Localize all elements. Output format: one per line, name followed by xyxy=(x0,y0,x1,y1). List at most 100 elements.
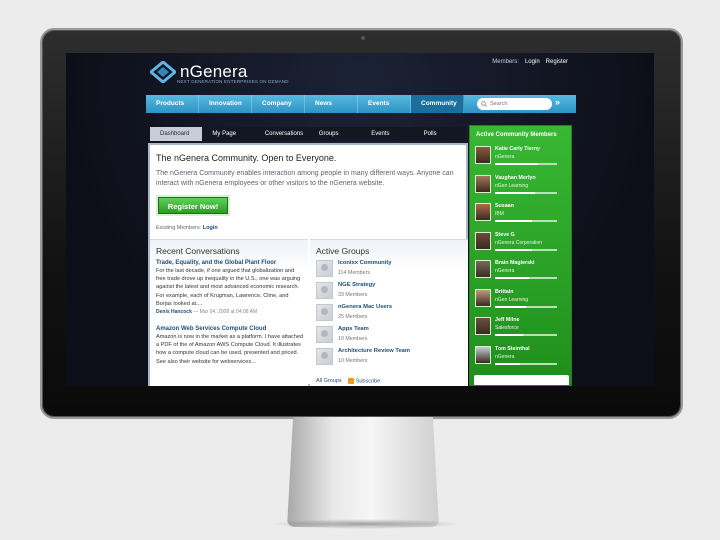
member-item[interactable]: Tom Steinthal nGenera xyxy=(475,345,570,365)
group-name[interactable]: Iconixx Community xyxy=(338,260,391,266)
group-thumbnail xyxy=(316,348,333,365)
member-activity-fill xyxy=(495,277,530,279)
member-name[interactable]: Brittain xyxy=(495,289,557,295)
avatar[interactable] xyxy=(475,260,491,278)
member-activity-fill xyxy=(495,163,539,165)
group-name[interactable]: NGE Strategy xyxy=(338,282,375,288)
avatar[interactable] xyxy=(475,203,491,221)
avatar[interactable] xyxy=(475,146,491,164)
main-nav: Products Innovation Company News Events … xyxy=(146,95,576,113)
tab-dashboard[interactable]: Dashboard xyxy=(150,127,203,141)
subscribe-label: Subscribe xyxy=(355,378,381,385)
group-item[interactable]: Architecture Review Team 10 Members xyxy=(316,348,410,365)
register-now-button[interactable]: Register Now! xyxy=(158,197,228,214)
member-organization: nGenera xyxy=(495,353,515,360)
group-members: 10 Members xyxy=(338,358,368,364)
member-item[interactable]: Katie Carly Tierny nGenera xyxy=(475,146,570,165)
nav-community[interactable]: Community xyxy=(411,95,464,113)
member-activity-bar xyxy=(495,163,557,165)
conversation-title[interactable]: Trade, Equality, and the Global Plant Fl… xyxy=(156,260,304,266)
group-thumbnail xyxy=(316,326,333,343)
hero-title: The nGenera Community. Open to Everyone. xyxy=(156,153,337,163)
conversation-item: Amazon Web Services Compute Cloud Amazon… xyxy=(156,326,304,366)
browser-screen: nGenera NEXT GENERATION ENTERPRISES ON D… xyxy=(66,53,654,386)
member-organization: nGen Learning xyxy=(495,296,529,303)
conversation-meta: Denis Hancock — Mar 04, 2008 at 04:08 AM xyxy=(156,309,304,315)
recent-conversations-panel: Recent Conversations Trade, Equality, an… xyxy=(150,239,308,386)
group-item[interactable]: nGenera Mac Users 25 Members xyxy=(316,304,392,321)
tab-my-page[interactable]: My Page xyxy=(202,127,254,141)
member-activity-fill xyxy=(495,305,526,308)
member-item[interactable]: Brain Magierski nGenera xyxy=(475,260,570,279)
avatar[interactable] xyxy=(475,231,491,250)
member-name[interactable]: Steve G xyxy=(495,232,557,238)
member-name[interactable]: Vaughan Merlyn xyxy=(495,175,557,181)
search-input[interactable] xyxy=(490,101,550,107)
rss-icon xyxy=(347,378,354,384)
tab-groups[interactable]: Groups xyxy=(309,127,361,141)
member-activity-fill xyxy=(495,334,523,336)
conversation-body: Amazon is now in the market as a platfor… xyxy=(156,334,304,365)
register-link[interactable]: Register xyxy=(546,59,568,65)
group-item[interactable]: NGE Strategy 33 Members xyxy=(316,282,375,299)
member-name[interactable]: Tom Steinthal xyxy=(495,346,557,352)
tab-polls[interactable]: Polls xyxy=(414,127,466,141)
group-item[interactable]: Apps Team 10 Members xyxy=(316,326,369,343)
member-activity-bar xyxy=(495,334,557,336)
member-item[interactable]: Susaan IBM xyxy=(475,203,570,222)
nav-news[interactable]: News xyxy=(305,95,358,113)
avatar[interactable] xyxy=(475,345,491,364)
group-name[interactable]: nGenera Mac Users xyxy=(338,304,392,310)
top-links: Members: Login Register xyxy=(492,59,568,65)
group-thumbnail xyxy=(316,282,333,299)
subscribe-link[interactable]: Subscribe xyxy=(347,378,381,385)
member-item[interactable]: Vaughan Merlyn nGen Learning xyxy=(475,174,570,194)
member-activity-bar xyxy=(495,191,557,194)
avatar[interactable] xyxy=(475,174,491,193)
member-item[interactable]: Brittain nGen Learning xyxy=(475,288,570,308)
group-thumbnail xyxy=(316,304,333,321)
existing-login-link[interactable]: Login xyxy=(203,225,218,231)
nav-innovation[interactable]: Innovation xyxy=(199,95,252,113)
member-name[interactable]: Brain Magierski xyxy=(495,260,557,266)
tab-events[interactable]: Events xyxy=(361,127,413,141)
active-groups-panel: Active Groups Iconixx Community 114 Memb… xyxy=(310,239,468,386)
member-item[interactable]: Jeff Milne Salesforce xyxy=(475,317,570,336)
member-organization: nGenera xyxy=(495,154,515,160)
site-tagline: NEXT GENERATION ENTERPRISES ON DEMAND xyxy=(177,79,289,84)
group-thumbnail xyxy=(316,260,333,277)
group-name[interactable]: Apps Team xyxy=(338,326,369,332)
nav-events[interactable]: Events xyxy=(358,95,411,113)
tab-conversations[interactable]: Conversations xyxy=(255,127,309,141)
monitor-stand xyxy=(287,417,439,527)
search-icon xyxy=(481,101,487,107)
avatar[interactable] xyxy=(475,288,491,307)
member-name[interactable]: Jeff Milne xyxy=(495,317,557,323)
nav-company[interactable]: Company xyxy=(252,95,305,113)
all-groups-link[interactable]: All Groups xyxy=(316,378,342,384)
member-activity-bar xyxy=(495,362,557,365)
member-activity-bar xyxy=(495,220,557,222)
member-organization: IBM xyxy=(495,211,504,217)
group-name[interactable]: Architecture Review Team xyxy=(338,348,410,354)
nav-products[interactable]: Products xyxy=(146,95,199,113)
existing-members-label: Existing Members: xyxy=(156,225,202,231)
active-members-title: Active Community Members xyxy=(476,132,557,138)
search-go-button[interactable]: » xyxy=(555,97,560,107)
conversation-title[interactable]: Amazon Web Services Compute Cloud xyxy=(156,326,304,332)
group-item[interactable]: Iconixx Community 114 Members xyxy=(316,260,391,277)
dashboard-panel: The nGenera Community. Open to Everyone.… xyxy=(148,143,468,386)
member-name[interactable]: Susaan xyxy=(495,203,557,209)
active-members-panel: Active Community Members Katie Carly Tie… xyxy=(469,125,572,386)
member-item[interactable]: Steve GnGenera Corporation xyxy=(475,231,570,251)
active-groups-title: Active Groups xyxy=(316,246,370,256)
group-members: 10 Members xyxy=(338,336,368,342)
conversation-body: For the last decade, if one argued that … xyxy=(156,268,301,307)
login-link[interactable]: Login xyxy=(525,59,540,65)
recent-conversations-title: Recent Conversations xyxy=(156,246,240,256)
conversation-author[interactable]: Denis Hancock xyxy=(156,309,192,315)
groups-footer: All Groups Subscribe xyxy=(316,378,380,384)
member-name[interactable]: Katie Carly Tierny xyxy=(495,146,557,152)
avatar[interactable] xyxy=(475,317,491,335)
member-activity-bar xyxy=(495,277,557,279)
